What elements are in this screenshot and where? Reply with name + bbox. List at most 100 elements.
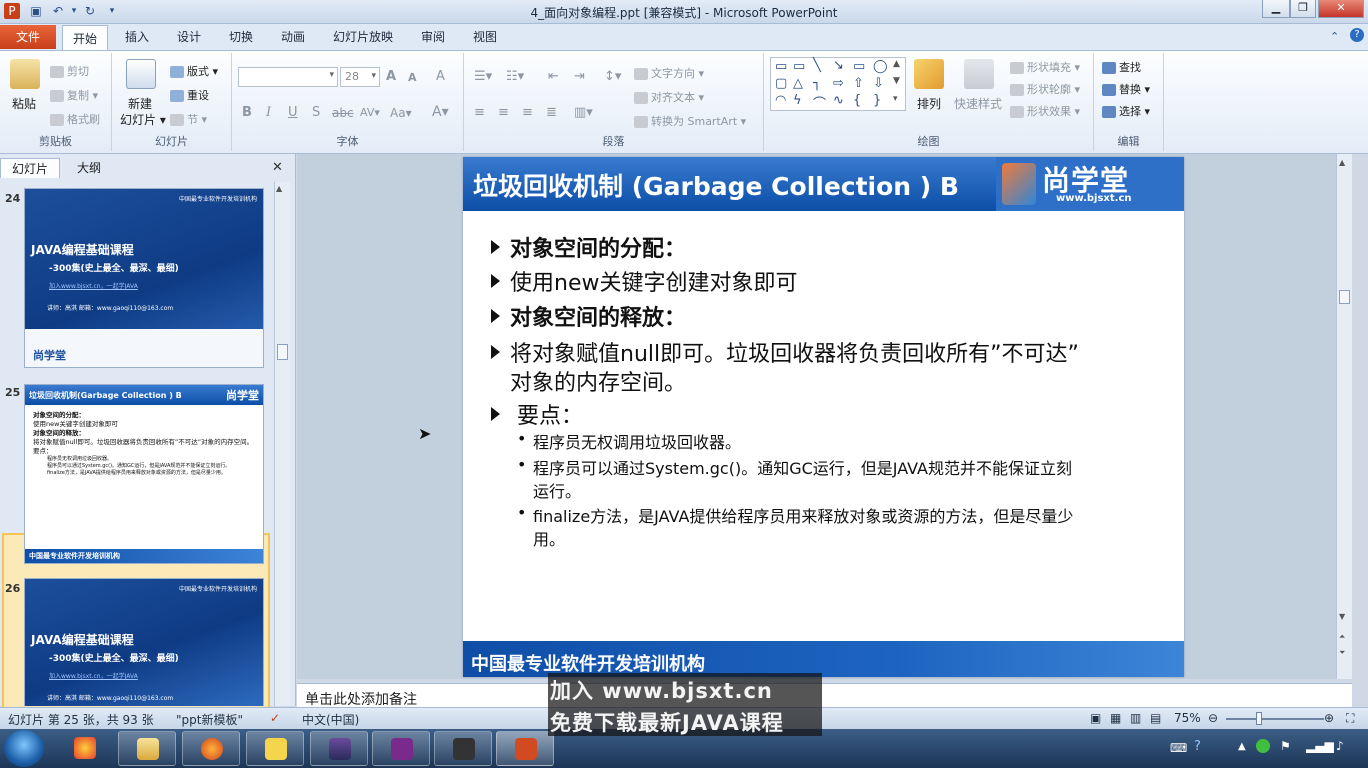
restore-button[interactable]: ❐ bbox=[1290, 0, 1316, 18]
help-collapse-icon[interactable]: ⌃ bbox=[1330, 30, 1339, 43]
previous-slide-icon[interactable]: ⏶ bbox=[1339, 632, 1345, 642]
zoom-slider-thumb[interactable] bbox=[1256, 712, 1262, 725]
down-arrow-shape-icon[interactable]: ⇩ bbox=[873, 76, 884, 91]
tab-file[interactable]: 文件 bbox=[0, 25, 56, 49]
font-size-combo[interactable]: 28 ▾ bbox=[340, 67, 380, 87]
replace-button[interactable]: 替换 ▾ bbox=[1102, 81, 1150, 97]
ellipse-shape-icon[interactable]: ◯ bbox=[873, 59, 888, 74]
notes-placeholder[interactable]: 单击此处添加备注 bbox=[305, 689, 417, 709]
tab-animations[interactable]: 动画 bbox=[281, 28, 305, 45]
shape-effects-button[interactable]: 形状效果 ▾ bbox=[1010, 103, 1080, 119]
start-button[interactable] bbox=[4, 730, 44, 767]
taskbar-app-7[interactable] bbox=[434, 731, 492, 766]
select-button[interactable]: 选择 ▾ bbox=[1102, 103, 1150, 119]
textbox-shape-icon[interactable]: ▭ bbox=[775, 59, 787, 74]
bold-button[interactable]: B bbox=[242, 105, 252, 120]
zoom-slider[interactable] bbox=[1226, 718, 1324, 720]
underline-button[interactable]: U bbox=[288, 105, 298, 120]
spelling-check-icon[interactable]: ✓ bbox=[270, 711, 280, 725]
arrow-line-shape-icon[interactable]: ↘ bbox=[833, 58, 844, 73]
tab-slideshow[interactable]: 幻灯片放映 bbox=[333, 28, 393, 45]
new-slide-dropdown[interactable]: 幻灯片 ▾ bbox=[120, 111, 166, 128]
next-slide-icon[interactable]: ⏷ bbox=[1339, 648, 1345, 658]
vtextbox-shape-icon[interactable]: ▭ bbox=[793, 59, 805, 74]
help-tray-icon[interactable]: ? bbox=[1194, 739, 1201, 754]
shape-outline-button[interactable]: 形状轮廓 ▾ bbox=[1010, 81, 1080, 97]
taskbar-eclipse[interactable] bbox=[310, 731, 368, 766]
up-arrow-shape-icon[interactable]: ⇧ bbox=[853, 76, 864, 91]
taskbar-onenote[interactable] bbox=[372, 731, 430, 766]
section-button[interactable]: 节 ▾ bbox=[170, 111, 207, 127]
find-button[interactable]: 查找 bbox=[1102, 59, 1141, 75]
italic-button[interactable]: I bbox=[266, 105, 271, 120]
flag-tray-icon[interactable]: ⚑ bbox=[1280, 739, 1291, 753]
cut-button[interactable]: 剪切 bbox=[50, 63, 89, 79]
shrink-font-button[interactable]: A bbox=[408, 71, 417, 84]
help-icon[interactable]: ? bbox=[1350, 28, 1364, 42]
tab-review[interactable]: 审阅 bbox=[421, 28, 445, 45]
zoom-in-icon[interactable]: ⊕ bbox=[1324, 711, 1334, 725]
align-text-button[interactable]: 对齐文本 ▾ bbox=[634, 89, 704, 105]
gallery-more-icon[interactable]: ▾ bbox=[893, 94, 898, 104]
minimize-button[interactable]: ▁ bbox=[1262, 0, 1290, 18]
columns-button[interactable]: ▥▾ bbox=[574, 105, 593, 120]
slides-pane-scroll-thumb[interactable] bbox=[277, 344, 288, 360]
paste-button[interactable]: 粘贴 bbox=[12, 95, 36, 112]
align-right-button[interactable]: ≡ bbox=[522, 105, 533, 120]
slide-thumbnail-24[interactable]: 中国最专业软件开发培训机构 JAVA编程基础课程 -300集(史上最全、最深、最… bbox=[24, 188, 264, 368]
align-left-button[interactable]: ≡ bbox=[474, 105, 485, 120]
char-spacing-button[interactable]: AV▾ bbox=[360, 106, 380, 119]
line-spacing-button[interactable]: ↕▾ bbox=[604, 69, 621, 84]
taskbar-app-1[interactable] bbox=[56, 731, 114, 766]
smartart-button[interactable]: 转换为 SmartArt ▾ bbox=[634, 113, 746, 129]
tab-design[interactable]: 设计 bbox=[177, 28, 201, 45]
close-pane-icon[interactable]: ✕ bbox=[272, 160, 283, 175]
curve-shape-icon[interactable]: ⌒ bbox=[813, 93, 826, 112]
arrange-button[interactable]: 排列 bbox=[917, 95, 941, 112]
copy-button[interactable]: 复制 ▾ bbox=[50, 87, 98, 103]
quick-styles-button[interactable]: 快速样式 bbox=[954, 95, 1002, 112]
close-button[interactable]: ✕ bbox=[1318, 0, 1364, 18]
slide-canvas[interactable]: 垃圾回收机制 (Garbage Collection ) B 尚学堂 www.b… bbox=[463, 157, 1184, 677]
rounded-rect-shape-icon[interactable]: ▢ bbox=[775, 76, 787, 91]
fit-slide-icon[interactable]: ⛶ bbox=[1346, 711, 1354, 726]
format-painter-button[interactable]: 格式刷 bbox=[50, 111, 100, 127]
taskbar-explorer[interactable] bbox=[118, 731, 176, 766]
gallery-down-icon[interactable]: ▼ bbox=[893, 76, 900, 86]
gallery-up-icon[interactable]: ▲ bbox=[893, 59, 900, 69]
tab-transitions[interactable]: 切换 bbox=[229, 28, 253, 45]
slide-thumbnail-26[interactable]: 中国最专业软件开发培训机构 JAVA编程基础课程 -300集(史上最全、最深、最… bbox=[24, 578, 264, 706]
numbering-button[interactable]: ☷▾ bbox=[506, 69, 524, 84]
taskbar-firefox[interactable] bbox=[182, 731, 240, 766]
slide-title[interactable]: 垃圾回收机制 (Garbage Collection ) B bbox=[473, 167, 959, 203]
lightning-shape-icon[interactable]: ϟ bbox=[793, 93, 802, 108]
shadow-button[interactable]: S bbox=[312, 105, 320, 120]
freeform-shape-icon[interactable]: ◠ bbox=[775, 93, 786, 108]
strikethrough-button[interactable]: abc bbox=[332, 106, 354, 120]
tab-insert[interactable]: 插入 bbox=[125, 28, 149, 45]
reset-button[interactable]: 重设 bbox=[170, 87, 209, 103]
triangle-shape-icon[interactable]: △ bbox=[793, 76, 803, 91]
justify-button[interactable]: ≣ bbox=[546, 105, 557, 120]
reading-view-icon[interactable]: ▥ bbox=[1130, 711, 1141, 725]
keyboard-tray-icon[interactable]: ⌨ bbox=[1170, 741, 1187, 755]
grow-font-button[interactable]: A bbox=[386, 69, 396, 84]
zoom-level[interactable]: 75% bbox=[1174, 711, 1201, 725]
tab-outline-pane[interactable]: 大纲 bbox=[64, 158, 114, 178]
slide-thumbnail-25[interactable]: 垃圾回收机制(Garbage Collection ) B 尚学堂 对象空间的分… bbox=[24, 384, 264, 564]
new-slide-button[interactable]: 新建 bbox=[128, 95, 152, 112]
right-arrow-shape-icon[interactable]: ⇨ bbox=[833, 76, 844, 91]
slide-scroll-thumb[interactable] bbox=[1339, 290, 1350, 304]
right-brace-shape-icon[interactable]: } bbox=[873, 93, 881, 108]
slide-scrollbar[interactable]: ▲ ▼ ⏶ ⏷ bbox=[1336, 154, 1352, 679]
tray-expand-icon[interactable]: ▲ bbox=[1238, 741, 1246, 752]
slideshow-view-icon[interactable]: ▤ bbox=[1150, 711, 1161, 725]
taskbar-help[interactable] bbox=[246, 731, 304, 766]
shape-fill-button[interactable]: 形状填充 ▾ bbox=[1010, 59, 1080, 75]
elbow-connector-icon[interactable]: ┐ bbox=[813, 76, 821, 91]
align-center-button[interactable]: ≡ bbox=[498, 105, 509, 120]
clear-format-button[interactable]: A bbox=[436, 69, 445, 84]
line-shape-icon[interactable]: ╲ bbox=[813, 58, 821, 73]
left-brace-shape-icon[interactable]: { bbox=[853, 93, 861, 108]
rectangle-shape-icon[interactable]: ▭ bbox=[853, 59, 865, 74]
